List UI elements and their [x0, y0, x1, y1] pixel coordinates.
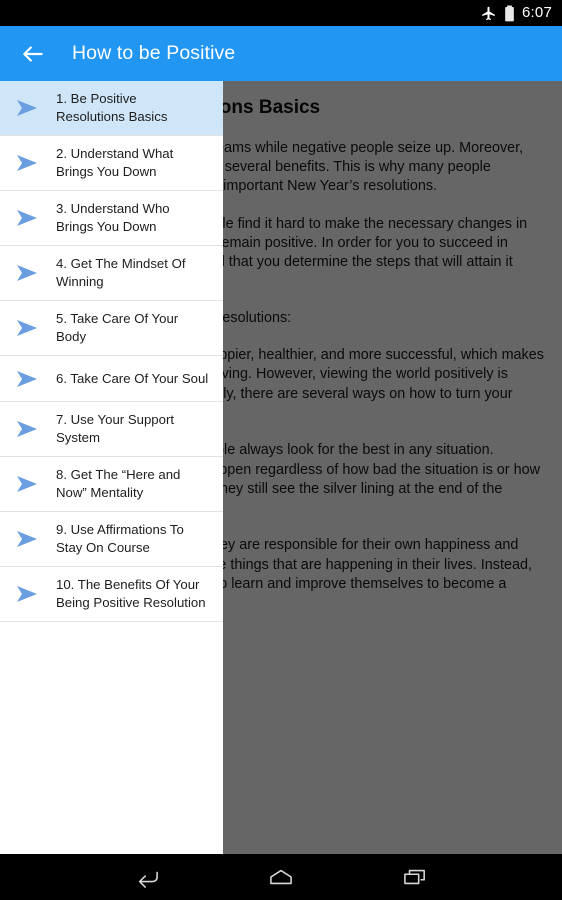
system-home-icon[interactable] — [253, 857, 309, 897]
system-navigation-bar — [0, 854, 562, 900]
status-time: 6:07 — [522, 4, 552, 21]
status-bar: 6:07 — [0, 0, 562, 26]
sidebar-item-label: 5. Take Care Of Your Body — [56, 311, 179, 344]
chapter-arrow-icon — [0, 98, 56, 118]
sidebar-item-chapter-2[interactable]: 2. Understand What Brings You Down — [0, 136, 223, 191]
system-back-icon[interactable] — [119, 857, 175, 897]
sidebar-item-label: 1. Be Positive Resolutions Basics — [56, 91, 168, 124]
sidebar-item-label: 9. Use Affirmations To Stay On Course — [56, 522, 184, 555]
sidebar-item-label: 3. Understand Who Brings You Down — [56, 201, 170, 234]
sidebar-item-label: 4. Get The Mindset Of Winning — [56, 256, 186, 289]
navigation-drawer: 1. Be Positive Resolutions Basics 2. Unde… — [0, 81, 223, 854]
app-bar: How to be Positive — [0, 26, 562, 81]
airplane-mode-icon — [480, 5, 497, 22]
sidebar-item-chapter-3[interactable]: 3. Understand Who Brings You Down — [0, 191, 223, 246]
back-arrow-icon[interactable] — [16, 37, 50, 71]
chapter-arrow-icon — [0, 318, 56, 338]
sidebar-item-label: 7. Use Your Support System — [56, 412, 175, 445]
sidebar-item-chapter-5[interactable]: 5. Take Care Of Your Body — [0, 301, 223, 356]
chapter-arrow-icon — [0, 153, 56, 173]
chapter-arrow-icon — [0, 474, 56, 494]
sidebar-item-chapter-10[interactable]: 10. The Benefits Of Your Being Positive … — [0, 567, 223, 622]
sidebar-item-chapter-1[interactable]: 1. Be Positive Resolutions Basics — [0, 81, 223, 136]
sidebar-item-label: 8. Get The “Here and Now” Mentality — [56, 467, 181, 500]
chapter-arrow-icon — [0, 529, 56, 549]
chapter-arrow-icon — [0, 584, 56, 604]
system-recents-icon[interactable] — [387, 857, 443, 897]
sidebar-item-chapter-6[interactable]: 6. Take Care Of Your Soul — [0, 356, 223, 402]
chapter-list: 1. Be Positive Resolutions Basics 2. Unde… — [0, 81, 223, 622]
sidebar-item-label: 2. Understand What Brings You Down — [56, 146, 174, 179]
chapter-arrow-icon — [0, 369, 56, 389]
device-screen: 6:07 1. Be Positive Resolutions Basics P… — [0, 0, 562, 900]
sidebar-item-chapter-9[interactable]: 9. Use Affirmations To Stay On Course — [0, 512, 223, 567]
sidebar-item-chapter-4[interactable]: 4. Get The Mindset Of Winning — [0, 246, 223, 301]
sidebar-item-label: 6. Take Care Of Your Soul — [56, 370, 209, 386]
chapter-arrow-icon — [0, 419, 56, 439]
sidebar-item-chapter-7[interactable]: 7. Use Your Support System — [0, 402, 223, 457]
chapter-arrow-icon — [0, 208, 56, 228]
sidebar-item-label: 10. The Benefits Of Your Being Positive … — [56, 577, 206, 610]
battery-icon — [504, 5, 515, 22]
sidebar-item-chapter-8[interactable]: 8. Get The “Here and Now” Mentality — [0, 457, 223, 512]
page-title: How to be Positive — [72, 42, 236, 64]
chapter-arrow-icon — [0, 263, 56, 283]
